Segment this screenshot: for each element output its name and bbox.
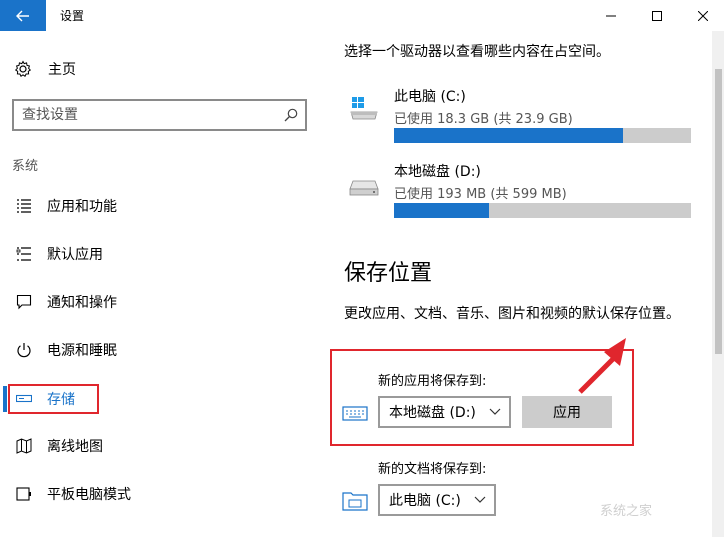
save-apps-dropdown[interactable]: 本地磁盘 (D:) [378, 396, 511, 428]
drive-usage-fill [394, 128, 623, 143]
back-button[interactable] [0, 0, 46, 31]
search-input[interactable] [22, 105, 272, 125]
list-icon [15, 197, 33, 215]
notification-icon [15, 293, 33, 311]
documents-folder-icon [342, 492, 368, 511]
gear-icon [14, 60, 32, 77]
drive-d[interactable]: 本地磁盘 (D:) 已使用 193 MB (共 599 MB) [344, 161, 704, 231]
drive-name: 此电脑 (C:) [394, 89, 466, 105]
save-apps-label: 新的应用将保存到: [378, 374, 487, 389]
keyboard-icon [342, 406, 368, 421]
sidebar: 主页 系统 应用和功能 默认应用 通知和操作 电源和睡眠 [0, 31, 318, 537]
sidebar-item-tablet-mode[interactable]: 平板电脑模式 [0, 479, 300, 509]
map-icon [15, 437, 33, 455]
close-icon [698, 10, 708, 21]
intro-text: 选择一个驱动器以查看哪些内容在占空间。 [344, 44, 610, 60]
windows-drive-icon [350, 97, 378, 120]
drive-usage-bar [394, 128, 691, 143]
sidebar-item-label: 平板电脑模式 [47, 487, 131, 503]
drive-c[interactable]: 此电脑 (C:) 已使用 18.3 GB (共 23.9 GB) [344, 86, 704, 156]
sidebar-item-power-sleep[interactable]: 电源和睡眠 [0, 335, 300, 365]
chevron-down-icon [474, 496, 486, 503]
save-apps-value: 本地磁盘 (D:) [389, 405, 476, 421]
close-button[interactable] [680, 0, 724, 31]
active-indicator [3, 386, 7, 412]
chevron-down-icon [489, 408, 501, 415]
sidebar-item-default-apps[interactable]: 默认应用 [0, 239, 300, 269]
minimize-button[interactable] [588, 0, 634, 31]
search-box[interactable] [12, 99, 307, 131]
drive-usage: 已使用 193 MB (共 599 MB) [394, 187, 567, 202]
red-arrow-annotation [578, 338, 626, 394]
vertical-scrollbar[interactable] [712, 31, 724, 537]
minimize-icon [606, 15, 616, 16]
maximize-icon [652, 10, 662, 21]
sidebar-item-label: 电源和睡眠 [47, 343, 117, 359]
home-label: 主页 [48, 62, 76, 78]
apply-button[interactable]: 应用 [522, 396, 612, 428]
power-icon [15, 341, 33, 359]
section-description: 更改应用、文档、音乐、图片和视频的默认保存位置。 [344, 306, 680, 322]
storage-highlight-box [8, 384, 99, 414]
sidebar-item-offline-maps[interactable]: 离线地图 [0, 431, 300, 461]
default-apps-icon [15, 245, 33, 263]
sidebar-item-label: 通知和操作 [47, 295, 117, 311]
back-arrow-icon [16, 10, 29, 21]
title-bar: 设置 [0, 0, 724, 31]
save-docs-dropdown[interactable]: 此电脑 (C:) [378, 484, 496, 516]
drive-name: 本地磁盘 (D:) [394, 164, 481, 180]
save-docs-label: 新的文档将保存到: [378, 462, 487, 477]
scrollbar-thumb[interactable] [715, 69, 722, 354]
sidebar-item-notifications[interactable]: 通知和操作 [0, 287, 300, 317]
search-icon[interactable] [283, 107, 299, 123]
watermark: 系统之家 [600, 504, 653, 519]
save-docs-value: 此电脑 (C:) [389, 493, 461, 509]
sidebar-item-label: 默认应用 [47, 247, 103, 263]
home-nav-item[interactable]: 主页 [14, 57, 76, 81]
window-title: 设置 [60, 9, 85, 23]
sidebar-item-apps-features[interactable]: 应用和功能 [0, 191, 300, 221]
hard-drive-icon [349, 180, 379, 196]
main-content: 选择一个驱动器以查看哪些内容在占空间。 此电脑 (C:) 已使用 18.3 GB… [318, 31, 712, 537]
section-heading: 保存位置 [344, 261, 433, 286]
tablet-icon [15, 485, 33, 503]
sidebar-item-label: 离线地图 [47, 439, 103, 455]
sidebar-item-label: 应用和功能 [47, 199, 117, 215]
drive-usage: 已使用 18.3 GB (共 23.9 GB) [394, 112, 573, 127]
section-label: 系统 [12, 159, 39, 174]
drive-usage-fill [394, 203, 490, 218]
drive-usage-bar [394, 203, 691, 218]
maximize-button[interactable] [634, 0, 680, 31]
